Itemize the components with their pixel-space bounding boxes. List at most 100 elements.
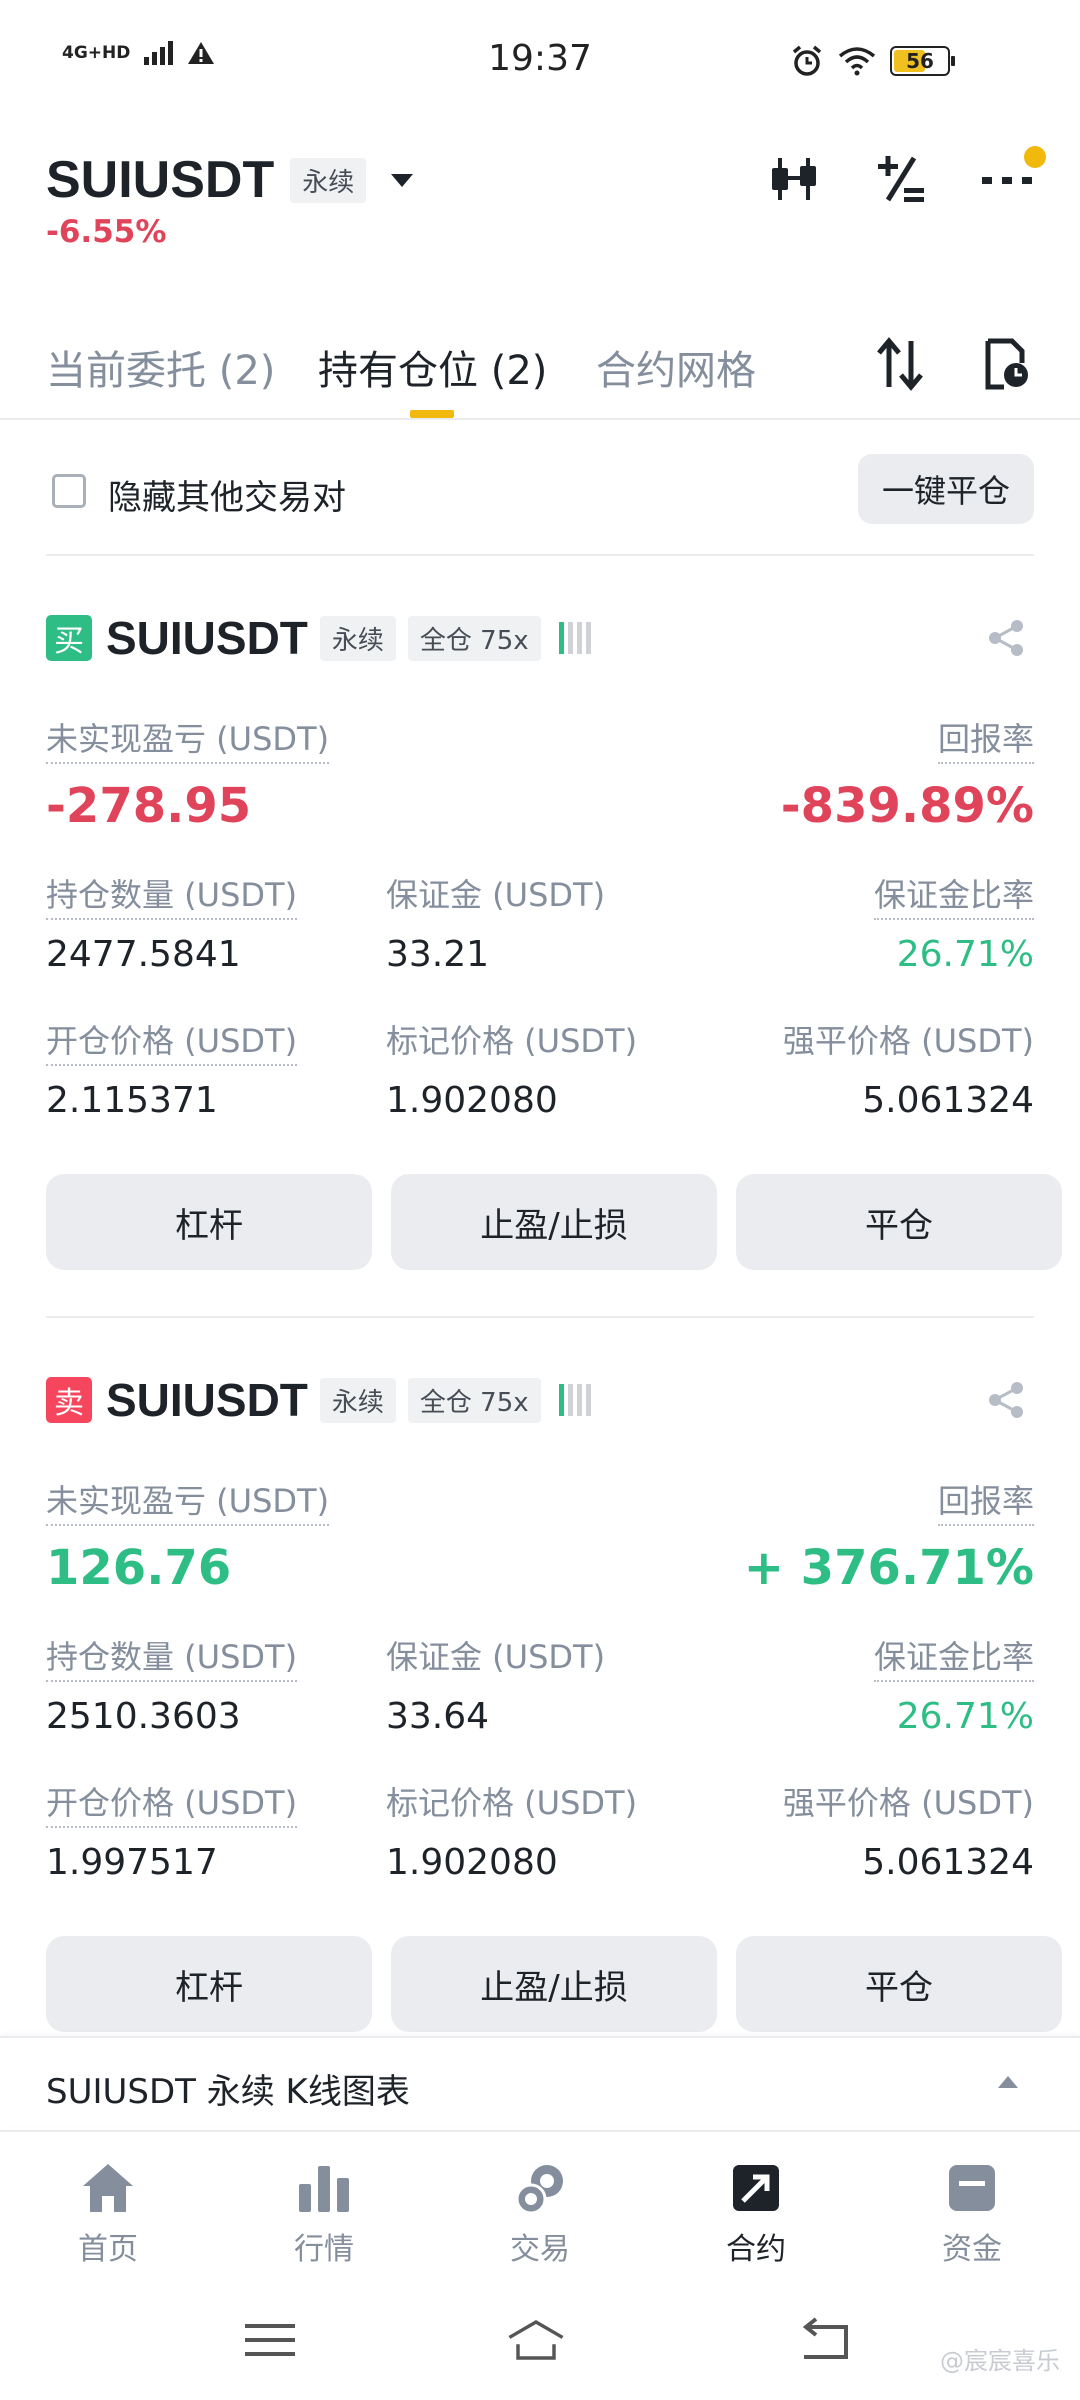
mark-price-value: 1.902080 [386, 1842, 558, 1883]
share-icon[interactable] [986, 618, 1026, 658]
nav-assets[interactable]: 资金 [892, 2160, 1052, 2268]
position-actions: 杠杆 止盈/止损 平仓 [46, 1174, 1066, 1270]
margin-ratio-label[interactable]: 保证金比率 [873, 870, 1034, 920]
entry-price-label[interactable]: 开仓价格 (USDT) [46, 1016, 298, 1066]
position-header: 卖 SUIUSDT 永续 全仓 75x [46, 1370, 591, 1430]
position-card-short: 卖 SUIUSDT 永续 全仓 75x 未实现盈亏 (USDT) 回报率 126… [0, 1370, 1080, 2050]
header: SUIUSDT 永续 -6.55% [0, 140, 1080, 270]
home-icon [80, 2160, 136, 2216]
side-badge-sell: 卖 [46, 1377, 92, 1423]
tab-open-orders[interactable]: 当前委托 (2) [46, 338, 275, 396]
battery-icon: 56 [890, 46, 955, 76]
position-size-label[interactable]: 持仓数量 (USDT) [46, 870, 298, 920]
back-icon[interactable] [794, 2310, 854, 2370]
percent-icon[interactable] [874, 152, 928, 206]
wifi-icon [838, 47, 876, 76]
tp-sl-button[interactable]: 止盈/止损 [391, 1936, 717, 2032]
header-actions [768, 146, 1046, 206]
nav-label: 交易 [510, 2232, 570, 2267]
caret-down-icon[interactable] [382, 160, 422, 200]
contract-type-tag: 永续 [319, 1377, 396, 1423]
roe-value: + 376.71% [743, 1540, 1034, 1596]
status-right: 56 [790, 44, 955, 78]
status-bar: 4G+HD 19:37 56 [0, 0, 1080, 120]
risk-level-icon [558, 622, 591, 654]
trade-icon [512, 2160, 568, 2216]
unrealized-pnl-value: -278.95 [46, 778, 252, 834]
margin-mode-tag[interactable]: 全仓 75x [407, 1377, 541, 1423]
hide-other-pairs-label[interactable]: 隐藏其他交易对 [108, 470, 346, 519]
margin-label: 保证金 (USDT) [386, 876, 606, 914]
leverage-button[interactable]: 杠杆 [46, 1936, 372, 2032]
tab-futures-grid[interactable]: 合约网格 [596, 338, 756, 396]
kline-chart-toggle[interactable]: SUIUSDT 永续 K线图表 [0, 2036, 1080, 2126]
roe-label[interactable]: 回报率 [937, 1476, 1034, 1526]
liquidation-price-label: 强平价格 (USDT) [782, 1022, 1034, 1060]
tp-sl-button[interactable]: 止盈/止损 [391, 1174, 717, 1270]
entry-price-value: 1.997517 [46, 1842, 218, 1883]
mark-price-label: 标记价格 (USDT) [386, 1784, 638, 1822]
filter-row: 隐藏其他交易对 一键平仓 [46, 450, 1034, 530]
position-symbol[interactable]: SUIUSDT [106, 1373, 308, 1427]
leverage-button[interactable]: 杠杆 [46, 1174, 372, 1270]
margin-ratio-label[interactable]: 保证金比率 [873, 1632, 1034, 1682]
nav-futures[interactable]: 合约 [676, 2160, 836, 2268]
unrealized-pnl-value: 126.76 [46, 1540, 232, 1596]
position-size-label[interactable]: 持仓数量 (USDT) [46, 1632, 298, 1682]
liquidation-price-label: 强平价格 (USDT) [782, 1784, 1034, 1822]
divider [46, 1316, 1034, 1318]
watermark: @宸宸喜乐 [940, 2347, 1060, 2375]
hide-other-pairs-checkbox[interactable] [52, 474, 86, 508]
nav-markets[interactable]: 行情 [244, 2160, 404, 2268]
margin-mode-tag[interactable]: 全仓 75x [407, 615, 541, 661]
contract-type-tag: 永续 [319, 615, 396, 661]
alarm-icon [792, 45, 822, 76]
sort-icon[interactable] [872, 336, 928, 392]
notification-dot [1024, 146, 1046, 168]
symbol-selector[interactable]: SUIUSDT 永续 [46, 150, 422, 210]
position-size-value: 2510.3603 [46, 1696, 241, 1737]
markets-icon [296, 2160, 352, 2216]
roe-label[interactable]: 回报率 [937, 714, 1034, 764]
close-position-button[interactable]: 平仓 [736, 1174, 1062, 1270]
margin-value: 33.64 [386, 1696, 490, 1737]
mark-price-label: 标记价格 (USDT) [386, 1022, 638, 1060]
bottom-nav: 首页 行情 交易 合约 资金 [0, 2130, 1080, 2270]
side-badge-buy: 买 [46, 615, 92, 661]
unrealized-pnl-label[interactable]: 未实现盈亏 (USDT) [46, 714, 330, 764]
system-nav-bar: @宸宸喜乐 [0, 2280, 1080, 2400]
price-change-percent: -6.55% [46, 214, 167, 250]
entry-price-label[interactable]: 开仓价格 (USDT) [46, 1778, 298, 1828]
position-symbol[interactable]: SUIUSDT [106, 611, 308, 665]
close-position-button[interactable]: 平仓 [736, 1936, 1062, 2032]
margin-label: 保证金 (USDT) [386, 1638, 606, 1676]
liquidation-price-value: 5.061324 [862, 1080, 1034, 1121]
risk-level-icon [558, 1384, 591, 1416]
nav-home[interactable]: 首页 [28, 2160, 188, 2268]
nav-label: 合约 [726, 2232, 786, 2267]
margin-value: 33.21 [386, 934, 490, 975]
roe-value: -839.89% [780, 778, 1034, 834]
home-nav-icon[interactable] [506, 2310, 566, 2370]
order-history-icon[interactable] [978, 336, 1034, 392]
more-icon[interactable] [980, 146, 1046, 206]
mark-price-value: 1.902080 [386, 1080, 558, 1121]
position-actions: 杠杆 止盈/止损 平仓 [46, 1936, 1066, 2032]
margin-ratio-value: 26.71% [896, 934, 1034, 975]
nav-trade[interactable]: 交易 [460, 2160, 620, 2268]
page-title: SUIUSDT [46, 151, 275, 209]
position-size-value: 2477.5841 [46, 934, 241, 975]
share-icon[interactable] [986, 1380, 1026, 1420]
futures-icon [728, 2160, 784, 2216]
close-all-button[interactable]: 一键平仓 [857, 454, 1034, 524]
nav-label: 资金 [942, 2232, 1002, 2267]
unrealized-pnl-label[interactable]: 未实现盈亏 (USDT) [46, 1476, 330, 1526]
liquidation-price-value: 5.061324 [862, 1842, 1034, 1883]
menu-icon[interactable] [240, 2310, 300, 2370]
tab-positions[interactable]: 持有仓位 (2) [318, 338, 547, 396]
tab-bar: 当前委托 (2) 持有仓位 (2) 合约网格 [0, 330, 1080, 420]
candlestick-icon[interactable] [768, 152, 822, 206]
kline-chart-label: SUIUSDT 永续 K线图表 [46, 2072, 410, 2112]
position-card-long: 买 SUIUSDT 永续 全仓 75x 未实现盈亏 (USDT) 回报率 -27… [0, 608, 1080, 1288]
nav-label: 首页 [78, 2232, 138, 2267]
